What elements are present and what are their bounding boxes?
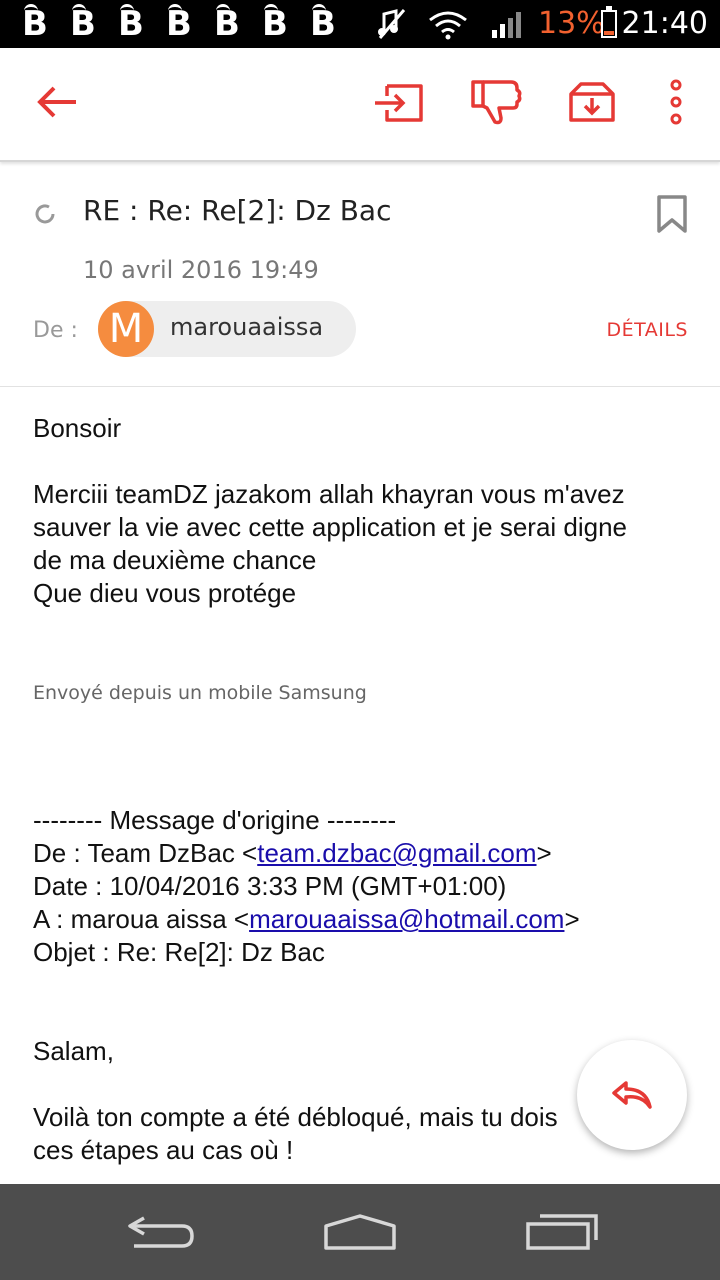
original-to: A : maroua aissa <marouaaissa@hotmail.co… [33,903,693,936]
mobile-signature: Envoyé depuis un mobile Samsung [33,682,367,704]
status-bar: B B B B B B B 13% 21:40 [0,0,720,48]
reply-icon [612,1081,652,1109]
message-line: de ma deuxième chance [33,545,317,575]
reply-fab[interactable] [577,1040,687,1150]
divider [0,386,720,387]
notification-icon: B [214,4,240,44]
archive-icon [569,82,615,122]
battery-icon [601,6,617,38]
original-message-header: -------- Message d'origine -------- [33,805,397,835]
original-date: Date : 10/04/2016 3:33 PM (GMT+01:00) [33,871,507,901]
notification-icon: B [262,4,288,44]
archive-button[interactable] [562,72,622,132]
original-to-prefix: A : maroua aissa < [33,904,250,934]
system-nav-bar [0,1184,720,1280]
nav-back-icon [128,1216,194,1248]
notification-icon: B [166,4,192,44]
refresh-icon [35,204,55,224]
back-button[interactable] [28,72,88,132]
original-subject: Objet : Re: Re[2]: Dz Bac [33,937,325,967]
mark-spam-icon [471,80,522,125]
nav-home-icon [324,1214,396,1250]
sender-chip[interactable]: M marouaaissa [98,301,356,357]
notification-icon: B [310,4,336,44]
notification-icon: B [118,4,144,44]
nav-recents-icon [526,1214,598,1250]
details-button[interactable]: DÉTAILS [606,319,688,341]
spam-button[interactable] [466,72,526,132]
wifi-icon [429,11,467,40]
battery-percent: 13% [538,6,605,41]
original-from-suffix: > [536,838,552,868]
original-from-prefix: De : Team DzBac < [33,838,258,868]
reply-line: ces étapes au cas où ! [33,1135,294,1165]
greeting: Bonsoir [33,413,122,443]
overflow-menu-button[interactable] [646,72,706,132]
notification-icon: B [22,4,48,44]
nav-back-button[interactable] [120,1204,200,1260]
nav-recents-button[interactable] [522,1204,602,1260]
recipient-email-link[interactable]: marouaaissa@hotmail.com [249,904,564,934]
from-label: De : [33,318,78,343]
mute-icon [378,9,406,39]
sender-name: marouaaissa [170,313,324,341]
email-date: 10 avril 2016 19:49 [83,256,319,284]
notification-icon: B [70,4,96,44]
clock: 21:40 [621,6,708,41]
bookmark-icon[interactable] [656,194,688,234]
message-line: sauver la vie avec cette application et … [33,512,628,542]
sender-email-link[interactable]: team.dzbac@gmail.com [257,838,536,868]
original-from: De : Team DzBac <team.dzbac@gmail.com> [33,837,693,870]
move-button[interactable] [368,72,428,132]
back-arrow-icon [37,86,76,118]
nav-home-button[interactable] [320,1204,400,1260]
email-subject: RE : Re: Re[2]: Dz Bac [83,194,392,227]
message-line: Merciii teamDZ jazakom allah khayran vou… [33,479,625,509]
subject-row: RE : Re: Re[2]: Dz Bac [0,180,720,250]
avatar: M [98,301,154,357]
original-to-suffix: > [564,904,580,934]
action-bar [0,48,720,162]
move-to-icon [375,84,423,122]
more-vert-icon [670,79,682,125]
message-line: Que dieu vous protége [33,578,297,608]
signal-icon [492,12,521,38]
